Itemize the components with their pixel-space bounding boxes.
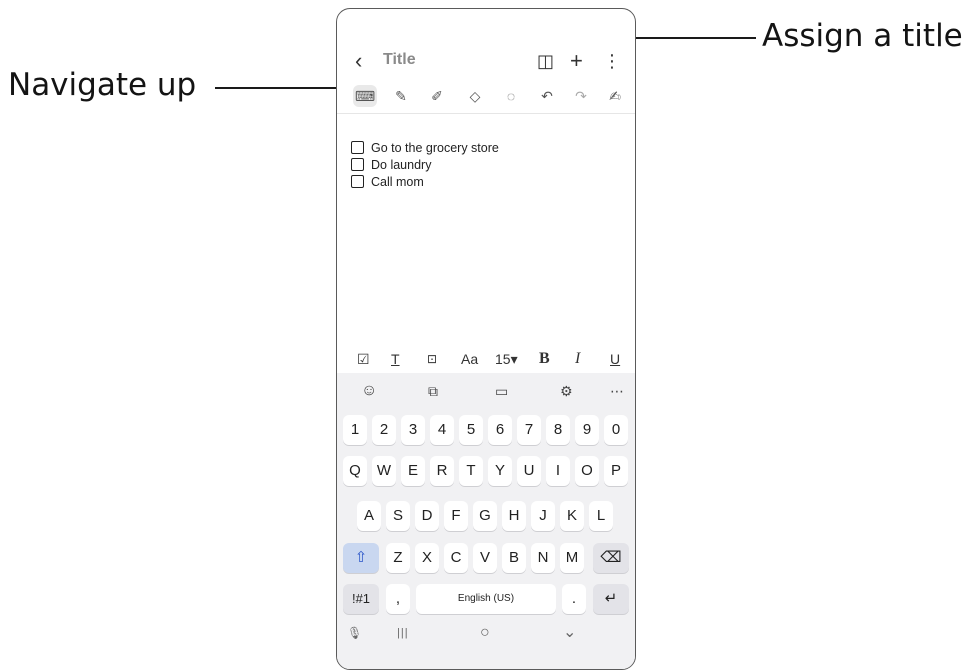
key-r[interactable]: R xyxy=(430,456,454,486)
list-item[interactable]: Go to the grocery store xyxy=(351,139,499,156)
key-d[interactable]: D xyxy=(415,501,439,531)
note-text: Go to the grocery store xyxy=(371,140,499,155)
pen-settings-icon[interactable]: ✍ xyxy=(603,85,627,107)
italic-button[interactable]: I xyxy=(575,349,580,369)
callout-navigate-up: Navigate up xyxy=(8,67,197,103)
key-j[interactable]: J xyxy=(531,501,555,531)
backspace-key[interactable]: ⌫ xyxy=(593,543,629,573)
key-e[interactable]: E xyxy=(401,456,425,486)
app-header: ‹ Title ◫ + ⋮ xyxy=(337,47,635,77)
pen-toolbar: ⌨ ✎ ✐ ◇ ◌ ↶ ↷ ✍ xyxy=(337,83,635,111)
key-i[interactable]: I xyxy=(546,456,570,486)
period-key[interactable]: . xyxy=(562,584,586,614)
lasso-icon[interactable]: ◌ xyxy=(499,85,523,107)
font-button[interactable]: Aa xyxy=(461,349,478,369)
symbols-key[interactable]: !#1 xyxy=(343,584,379,614)
key-h[interactable]: H xyxy=(502,501,526,531)
underline-button[interactable]: U xyxy=(610,349,620,369)
mic-icon[interactable]: 🎙 xyxy=(347,623,362,643)
key-6[interactable]: 6 xyxy=(488,415,512,445)
enter-key[interactable]: ↵ xyxy=(593,584,629,614)
key-z[interactable]: Z xyxy=(386,543,410,573)
home-icon[interactable]: ○ xyxy=(480,623,490,643)
callout-line-navigate-up xyxy=(215,87,355,89)
key-f[interactable]: F xyxy=(444,501,468,531)
translate-icon[interactable]: ⧉ xyxy=(428,381,438,401)
add-icon[interactable]: + xyxy=(570,49,583,73)
more-options-icon[interactable]: ⋮ xyxy=(603,49,621,73)
eraser-icon[interactable]: ◇ xyxy=(463,85,487,107)
recents-icon[interactable]: ||| xyxy=(397,623,409,643)
key-9[interactable]: 9 xyxy=(575,415,599,445)
key-a[interactable]: A xyxy=(357,501,381,531)
key-n[interactable]: N xyxy=(531,543,555,573)
keyboard-icon[interactable]: ⌨ xyxy=(353,85,377,107)
key-p[interactable]: P xyxy=(604,456,628,486)
back-icon[interactable]: ‹ xyxy=(355,47,362,75)
key-t[interactable]: T xyxy=(459,456,483,486)
book-view-icon[interactable]: ◫ xyxy=(537,49,554,73)
hide-keyboard-icon[interactable]: ⌄ xyxy=(563,623,576,643)
bold-button[interactable]: B xyxy=(539,349,550,369)
clipboard-icon[interactable]: ▭ xyxy=(495,381,508,401)
key-v[interactable]: V xyxy=(473,543,497,573)
text-box-icon[interactable]: ⊡ xyxy=(427,349,437,369)
key-1[interactable]: 1 xyxy=(343,415,367,445)
more-icon[interactable]: ⋯ xyxy=(610,381,624,401)
note-content[interactable]: Go to the grocery store Do laundry Call … xyxy=(351,139,499,190)
key-l[interactable]: L xyxy=(589,501,613,531)
note-text: Do laundry xyxy=(371,157,432,172)
checkbox-list-icon[interactable]: ☑ xyxy=(357,349,370,369)
font-size-button[interactable]: 15▾ xyxy=(495,349,518,369)
key-w[interactable]: W xyxy=(372,456,396,486)
key-s[interactable]: S xyxy=(386,501,410,531)
key-4[interactable]: 4 xyxy=(430,415,454,445)
system-nav-bar: 🎙 ||| ○ ⌄ xyxy=(337,619,635,649)
key-0[interactable]: 0 xyxy=(604,415,628,445)
checkbox-icon[interactable] xyxy=(351,158,364,171)
key-y[interactable]: Y xyxy=(488,456,512,486)
note-text: Call mom xyxy=(371,174,424,189)
key-c[interactable]: C xyxy=(444,543,468,573)
phone-screen: ‹ Title ◫ + ⋮ ⌨ ✎ ✐ ◇ ◌ ↶ ↷ ✍ Go to the … xyxy=(336,8,636,670)
callout-assign-title: Assign a title xyxy=(762,18,963,54)
key-o[interactable]: O xyxy=(575,456,599,486)
key-x[interactable]: X xyxy=(415,543,439,573)
key-b[interactable]: B xyxy=(502,543,526,573)
settings-icon[interactable]: ⚙ xyxy=(560,381,573,401)
checkbox-icon[interactable] xyxy=(351,175,364,188)
shift-key[interactable]: ⇧ xyxy=(343,543,379,573)
keyboard-toolbar: ☺ ⧉ ▭ ⚙ ⋯ xyxy=(337,373,635,411)
list-item[interactable]: Call mom xyxy=(351,173,499,190)
redo-icon[interactable]: ↷ xyxy=(569,85,593,107)
key-5[interactable]: 5 xyxy=(459,415,483,445)
key-g[interactable]: G xyxy=(473,501,497,531)
key-2[interactable]: 2 xyxy=(372,415,396,445)
checkbox-icon[interactable] xyxy=(351,141,364,154)
key-3[interactable]: 3 xyxy=(401,415,425,445)
highlighter-icon[interactable]: ✐ xyxy=(425,85,449,107)
key-u[interactable]: U xyxy=(517,456,541,486)
key-k[interactable]: K xyxy=(560,501,584,531)
key-7[interactable]: 7 xyxy=(517,415,541,445)
comma-key[interactable]: , xyxy=(386,584,410,614)
title-input[interactable]: Title xyxy=(383,51,416,69)
key-m[interactable]: M xyxy=(560,543,584,573)
text-color-icon[interactable]: T xyxy=(391,349,400,369)
key-8[interactable]: 8 xyxy=(546,415,570,445)
list-item[interactable]: Do laundry xyxy=(351,156,499,173)
key-q[interactable]: Q xyxy=(343,456,367,486)
undo-icon[interactable]: ↶ xyxy=(535,85,559,107)
pen-icon[interactable]: ✎ xyxy=(389,85,413,107)
space-key[interactable]: English (US) xyxy=(416,584,556,614)
emoji-icon[interactable]: ☺ xyxy=(361,381,377,401)
toolbar-divider xyxy=(337,113,635,114)
format-toolbar: ☑ T ⊡ Aa 15▾ B I U xyxy=(337,347,635,371)
